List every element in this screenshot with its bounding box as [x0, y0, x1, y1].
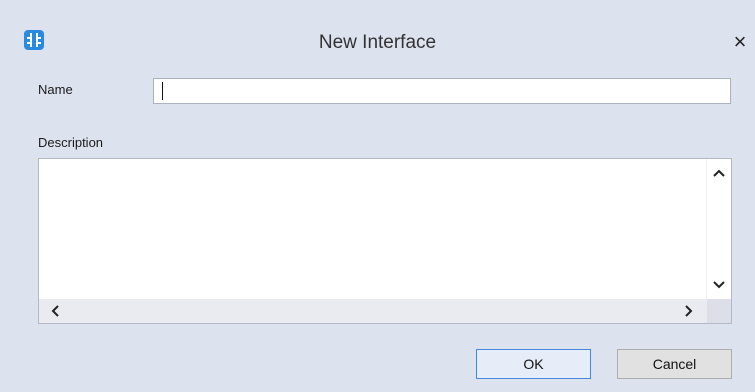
new-interface-dialog: New Interface × Name Description OK Canc…	[0, 0, 755, 392]
name-label: Name	[38, 82, 73, 97]
description-label: Description	[38, 135, 104, 150]
description-textarea[interactable]	[38, 158, 732, 324]
scroll-right-icon[interactable]	[679, 302, 697, 320]
horizontal-scrollbar[interactable]	[39, 299, 707, 323]
ok-button[interactable]: OK	[476, 349, 591, 379]
vertical-scrollbar[interactable]	[706, 159, 731, 300]
name-input[interactable]	[153, 78, 731, 104]
close-button[interactable]: ×	[728, 30, 752, 54]
scrollbar-corner	[707, 299, 731, 323]
cancel-button[interactable]: Cancel	[617, 349, 732, 379]
scroll-left-icon[interactable]	[47, 302, 65, 320]
text-cursor	[162, 82, 163, 100]
scroll-up-icon[interactable]	[710, 165, 728, 183]
scroll-down-icon[interactable]	[710, 275, 728, 293]
title-bar: New Interface ×	[0, 0, 755, 54]
dialog-title: New Interface	[318, 32, 437, 53]
